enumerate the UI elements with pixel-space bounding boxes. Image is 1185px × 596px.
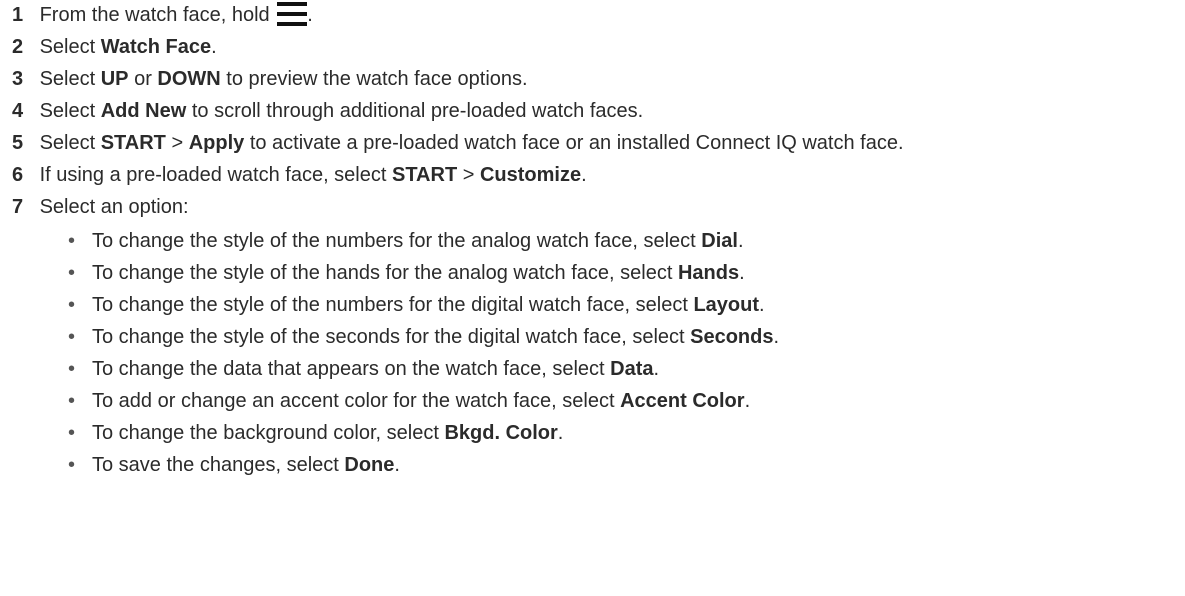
option-text: To change the background color, select [92, 422, 445, 444]
bullet-glyph: • [68, 262, 76, 284]
step-number: 6 [12, 164, 24, 186]
step-text: > [457, 164, 480, 186]
option-item: • To change the style of the hands for th… [68, 258, 745, 288]
menu-item-name: Bkgd. Color [444, 422, 558, 444]
menu-icon [277, 1, 308, 26]
step-text: Select [39, 100, 101, 122]
bullet-glyph: • [68, 294, 76, 316]
option-text: . [737, 230, 744, 252]
step-text: or [128, 68, 158, 90]
option-text: . [744, 390, 751, 412]
step-3: 3 Select UP or DOWN to preview the watch… [12, 64, 528, 94]
option-text: . [557, 422, 564, 444]
option-text: To change the style of the hands for the… [92, 262, 678, 284]
menu-item-name: Dial [701, 230, 738, 252]
instructions-document: 1 From the watch face, hold . 2 Select W… [0, 0, 1185, 596]
step-text: to activate a pre-loaded watch face or a… [244, 132, 904, 154]
option-text: To change the style of the seconds for t… [92, 326, 691, 348]
step-6: 6 If using a pre-loaded watch face, sele… [12, 160, 587, 190]
step-number: 2 [12, 36, 24, 58]
bullet-glyph: • [68, 422, 76, 444]
bullet-glyph: • [68, 326, 76, 348]
option-text: . [759, 294, 765, 316]
step-text: . [307, 4, 313, 26]
option-text: . [739, 262, 745, 284]
step-text: to preview the watch face options. [220, 68, 528, 90]
menu-item-name: Layout [693, 294, 760, 316]
menu-item-name: Data [610, 358, 654, 380]
step-text: From the watch face, hold [39, 4, 276, 26]
button-name: START [391, 164, 458, 186]
step-5: 5 Select START > Apply to activate a pre… [12, 128, 904, 158]
step-text: to scroll through additional pre-loaded … [186, 100, 644, 122]
step-text: > [165, 132, 189, 154]
option-text: To add or change an accent color for the… [92, 390, 621, 412]
step-number: 7 [12, 196, 24, 218]
menu-item-name: Seconds [690, 326, 774, 348]
button-name: START [100, 132, 166, 154]
step-text: If using a pre-loaded watch face, select [39, 164, 392, 186]
option-item: • To change the background color, select … [68, 418, 563, 448]
step-text: Select [39, 36, 101, 58]
option-text: To change the style of the numbers for t… [92, 230, 702, 252]
step-text: . [211, 36, 217, 58]
step-text: Select [39, 68, 101, 90]
option-text: To save the changes, select [92, 454, 345, 476]
option-item: • To change the style of the seconds for … [68, 322, 779, 352]
option-item: • To save the changes, select Done. [68, 450, 400, 480]
option-text: . [394, 454, 400, 476]
option-item: • To add or change an accent color for th… [68, 386, 750, 416]
menu-item-name: Hands [677, 262, 740, 284]
step-number: 5 [12, 132, 24, 154]
step-1: 1 From the watch face, hold . [12, 0, 313, 30]
step-number: 3 [12, 68, 24, 90]
option-text: To change the style of the numbers for t… [92, 294, 694, 316]
button-name: Watch Face [100, 36, 212, 58]
step-text: Select an option: [39, 196, 189, 218]
option-text: . [653, 358, 660, 380]
menu-item-name: Apply [188, 132, 245, 154]
button-name: DOWN [157, 68, 221, 90]
step-4: 4 Select Add New to scroll through addit… [12, 96, 643, 126]
menu-item-name: Accent Color [620, 390, 745, 412]
step-text: . [581, 164, 587, 186]
menu-item-name: Add New [100, 100, 187, 122]
step-number: 1 [12, 4, 24, 26]
option-text: . [773, 326, 780, 348]
step-7: 7 Select an option: [12, 192, 189, 222]
step-text: Select [39, 132, 101, 154]
step-2: 2 Select Watch Face. [12, 32, 217, 62]
option-item: • To change the style of the numbers for … [68, 226, 744, 256]
option-item: • To change the data that appears on the … [68, 354, 659, 384]
bullet-glyph: • [68, 230, 76, 252]
bullet-glyph: • [68, 358, 76, 380]
menu-item-name: Customize [479, 164, 582, 186]
step-number: 4 [12, 100, 24, 122]
option-text: To change the data that appears on the w… [92, 358, 611, 380]
menu-item-name: Done [344, 454, 395, 476]
bullet-glyph: • [68, 454, 76, 476]
button-name: UP [100, 68, 129, 90]
bullet-glyph: • [68, 390, 76, 412]
option-item: • To change the style of the numbers for … [68, 290, 765, 320]
